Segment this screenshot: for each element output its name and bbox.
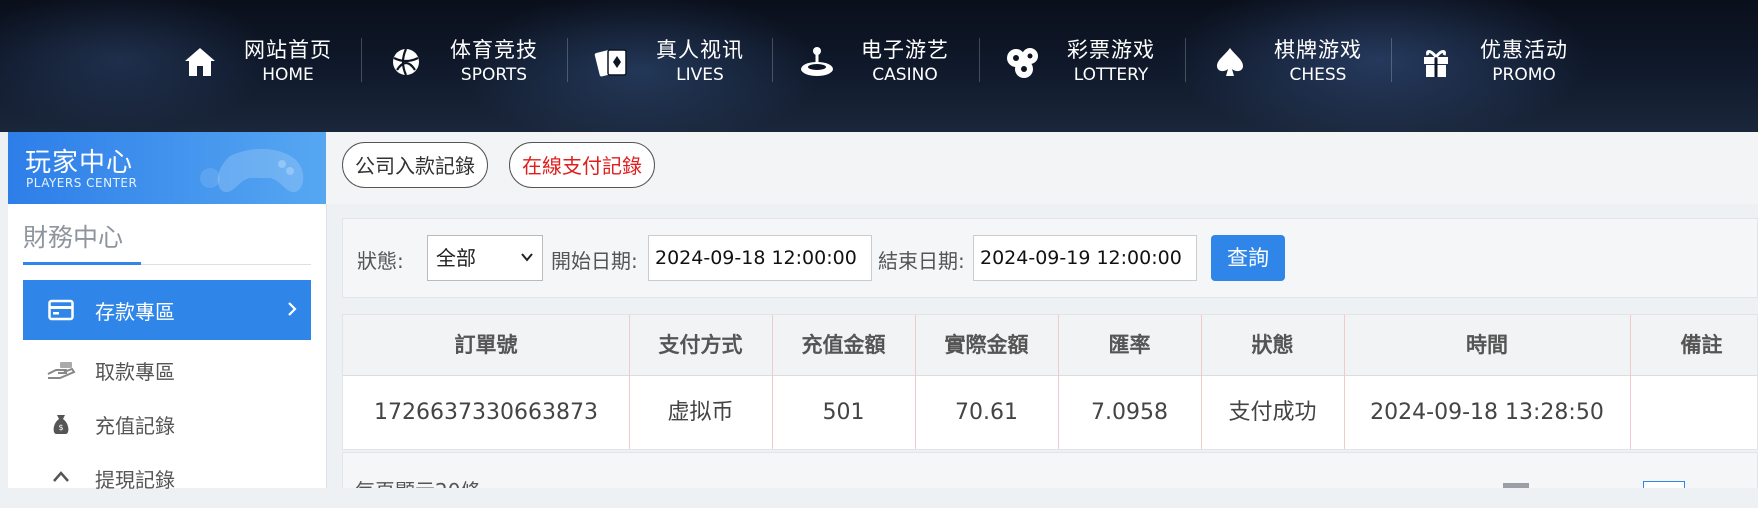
filter-bar: 狀態: 全部 開始日期: 2024-09-18 12:00:00 結束日期: 2… [342,218,1758,298]
end-date-label: 結束日期: [878,249,965,273]
withdraw-record-icon [45,462,77,494]
nav-divider [567,38,568,82]
banner-title: 玩家中心 [25,148,134,178]
main-content: 公司入款記錄 在線支付記錄 狀態: 全部 開始日期: 2024-09-18 12… [326,132,1758,488]
gift-icon [1416,42,1456,82]
nav-divider [772,38,773,82]
pagination-bar: 每頁顯示20條 [342,452,1758,488]
nav-lives-zh: 真人视讯 [656,38,744,62]
sidebar-item-withdraw-record[interactable]: 提現記錄 [23,448,311,508]
nav-divider [979,38,980,82]
pagination-prev-button[interactable] [1503,483,1529,488]
nav-sports-zh: 体育竞技 [450,38,538,62]
tab-company-deposit-records[interactable]: 公司入款記錄 [342,142,488,188]
start-date-label: 開始日期: [551,249,638,273]
chevron-right-icon [288,302,297,316]
column-header-order-no: 訂單號 [454,333,518,357]
nav-promo[interactable]: 优惠活动 PROMO [1416,34,1568,90]
cards-icon [592,42,632,82]
home-icon [180,42,220,82]
column-header-exchange-rate: 匯率 [1108,333,1151,357]
sidebar-item-withdraw[interactable]: 取款專區 [23,340,311,400]
basketball-icon [386,42,426,82]
column-header-recharge-amount: 充值金額 [801,333,886,357]
cell-exchange-rate: 7.0958 [1091,400,1168,425]
column-header-payment-method: 支付方式 [658,333,743,357]
start-date-input[interactable]: 2024-09-18 12:00:00 [648,235,872,281]
joystick-icon [797,42,837,82]
nav-casino[interactable]: 电子游艺 CASINO [797,34,949,90]
pagination-current-page[interactable] [1643,481,1685,488]
nav-lives-en: LIVES [676,65,724,85]
nav-sports-en: SPORTS [460,65,528,85]
nav-lottery[interactable]: 彩票游戏 LOTTERY [1003,34,1155,90]
withdraw-hand-icon [45,354,77,386]
nav-lottery-zh: 彩票游戏 [1067,38,1155,62]
nav-home-en: HOME [262,65,314,85]
deposit-card-icon [45,294,77,326]
sidebar: 玩家中心 PLAYERS CENTER 財務中心 存款專區 取款專區 $ 充值記… [8,132,327,492]
record-tabs: 公司入款記錄 在線支付記錄 [326,132,1758,204]
column-header-time: 時間 [1466,333,1508,357]
payment-records-table: 訂單號 支付方式 充值金額 實際金額 匯率 狀態 時間 備註 172663733… [342,314,1758,450]
nav-casino-zh: 电子游艺 [861,38,949,62]
nav-home-zh: 网站首页 [244,38,332,62]
nav-home[interactable]: 网站首页 HOME [180,34,332,90]
end-date-input[interactable]: 2024-09-19 12:00:00 [973,235,1197,281]
svg-text:$: $ [58,423,63,432]
cell-payment-method: 虚拟币 [667,400,734,425]
finance-center-title: 財務中心 [23,223,124,252]
nav-sports[interactable]: 体育竞技 SPORTS [386,34,538,90]
per-page-text: 每頁顯示20條 [355,475,480,488]
cell-remarks [1630,376,1758,450]
gamepad-icon [200,148,304,193]
nav-lives[interactable]: 真人视讯 LIVES [592,34,744,90]
nav-chess[interactable]: 棋牌游戏 CHESS [1210,34,1362,90]
section-underline [23,262,141,265]
sidebar-item-label: 提現記錄 [95,467,175,492]
cell-recharge-amount: 501 [822,400,865,425]
sidebar-item-label: 存款專區 [95,299,175,324]
column-header-actual-amount: 實際金額 [944,333,1029,357]
spade-icon [1210,42,1250,82]
status-label: 狀態: [357,249,404,273]
column-header-status: 狀態 [1251,333,1294,357]
cell-status: 支付成功 [1228,400,1317,425]
banner-subtitle: PLAYERS CENTER [26,176,138,190]
chevron-down-icon [521,253,533,262]
query-button[interactable]: 查詢 [1211,235,1285,281]
tab-online-payment-records[interactable]: 在線支付記錄 [509,142,655,188]
status-select-value: 全部 [436,246,476,270]
cell-actual-amount: 70.61 [955,400,1018,425]
nav-divider [361,38,362,82]
nav-lottery-en: LOTTERY [1073,65,1149,85]
column-header-remarks: 備註 [1680,333,1723,357]
sidebar-item-label: 充值記錄 [95,413,175,438]
sidebar-item-recharge-record[interactable]: $ 充值記錄 [23,394,311,454]
nav-casino-en: CASINO [872,65,938,85]
nav-promo-zh: 优惠活动 [1480,38,1568,62]
nav-chess-zh: 棋牌游戏 [1274,38,1362,62]
nav-divider [1185,38,1186,82]
nav-chess-en: CHESS [1289,65,1347,85]
lottery-balls-icon [1003,42,1043,82]
sidebar-item-deposit[interactable]: 存款專區 [23,280,311,340]
sidebar-item-label: 取款專區 [95,359,175,384]
cell-order-no: 1726637330663873 [374,400,598,425]
status-select[interactable]: 全部 [427,235,543,281]
nav-promo-en: PROMO [1492,65,1556,85]
nav-divider [1391,38,1392,82]
players-center-banner: 玩家中心 PLAYERS CENTER [8,132,326,204]
cell-time: 2024-09-18 13:28:50 [1370,400,1604,425]
money-bag-icon: $ [45,408,77,440]
top-navigation: 网站首页 HOME 体育竞技 SPORTS 真人视讯 LIVES 电子游艺 CASINO… [0,0,1758,132]
